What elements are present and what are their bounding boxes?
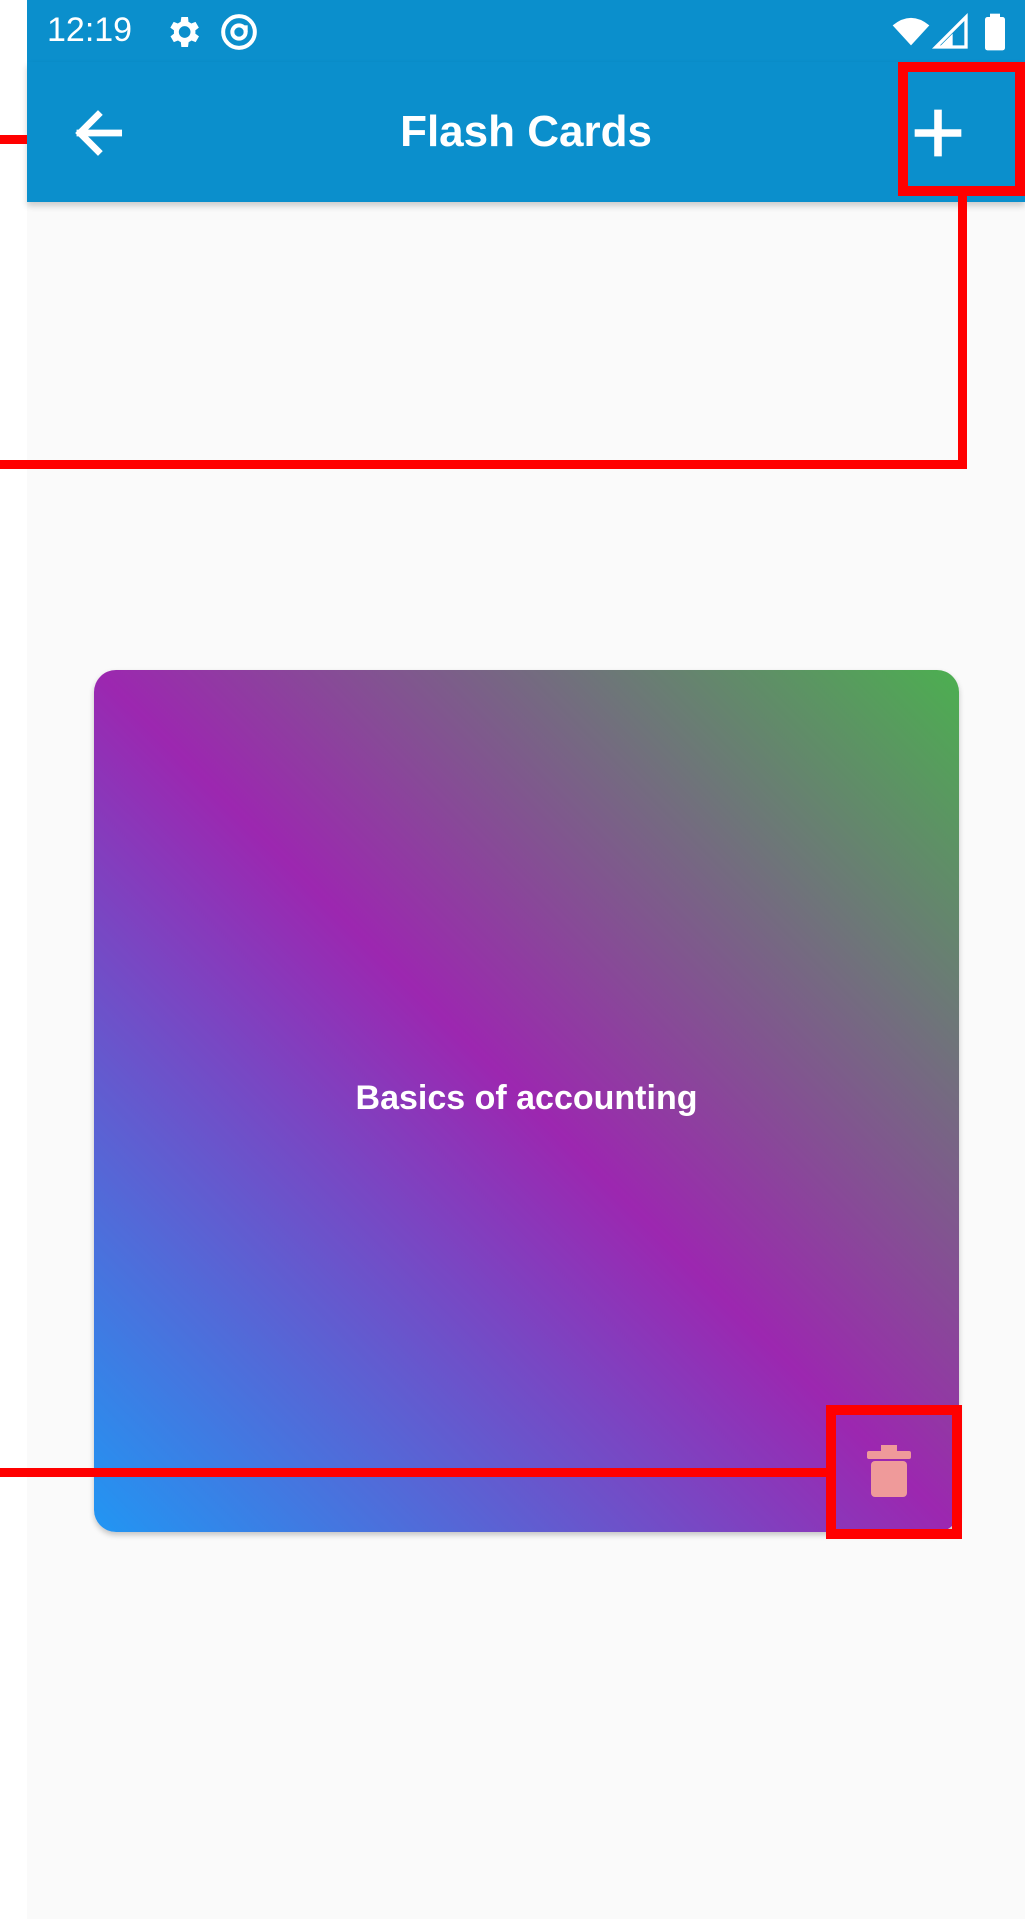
at-sign-icon xyxy=(221,14,257,50)
battery-icon xyxy=(985,13,1005,51)
settings-icon xyxy=(170,17,199,47)
app-bar: Flash Cards xyxy=(27,62,1025,202)
page: 12:19 Flash Cards Basics of accounting xyxy=(0,0,1025,1919)
card-title: Basics of accounting xyxy=(355,1079,698,1117)
status-time: 12:19 xyxy=(47,11,133,49)
flash-card[interactable]: Basics of accounting xyxy=(94,670,959,1532)
page-title: Flash Cards xyxy=(400,107,652,156)
app-screen: 12:19 Flash Cards Basics of accounting xyxy=(27,0,1025,1919)
annotation-box-add xyxy=(898,62,1025,196)
signal-icon xyxy=(931,12,968,49)
annotation-box-delete xyxy=(826,1405,962,1539)
annotation-line xyxy=(0,135,27,144)
annotation-line xyxy=(958,196,967,466)
status-bar: 12:19 xyxy=(27,0,1025,62)
annotation-line xyxy=(0,1468,826,1477)
annotation-line xyxy=(0,460,967,469)
wifi-icon xyxy=(892,17,930,46)
